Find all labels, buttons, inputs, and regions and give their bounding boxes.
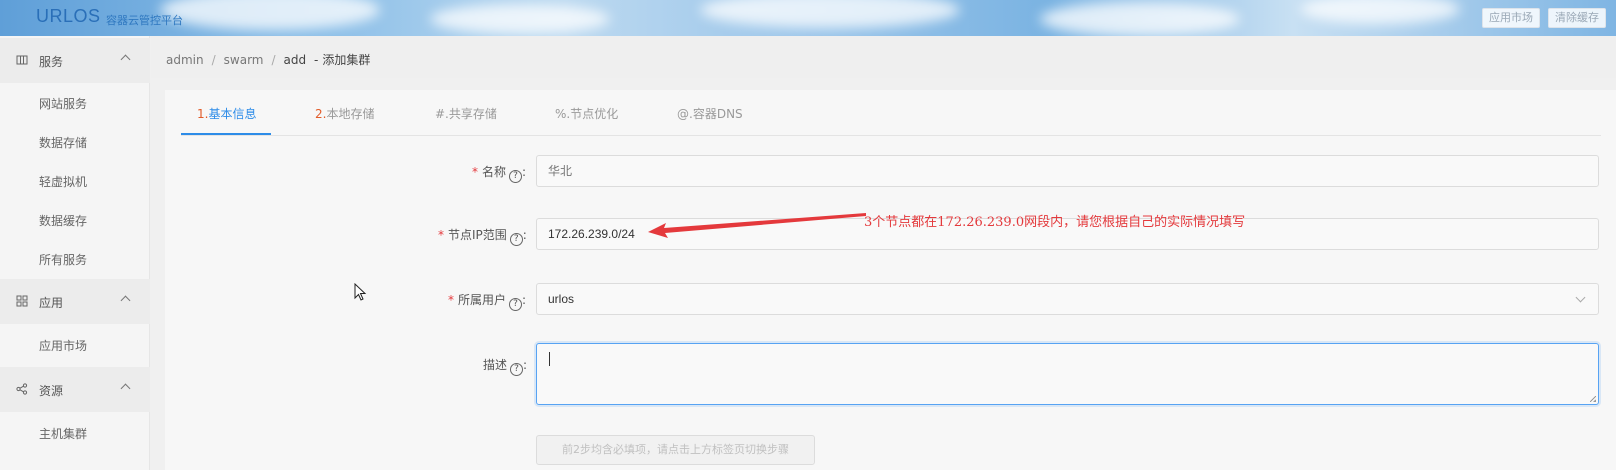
help-icon[interactable]: ? (509, 298, 523, 311)
breadcrumb-bar: admin / swarm / add - 添加集群 (151, 36, 1616, 78)
chevron-up-icon (120, 295, 131, 306)
sidebar-item-app-market[interactable]: 应用市场 (39, 337, 87, 354)
description-textarea[interactable] (536, 343, 1599, 405)
tab-local-storage[interactable]: 2.本地存储 (315, 105, 374, 122)
sidebar-group-label: 资源 (39, 384, 64, 398)
top-header: URLOS 容器云管控平台 应用市场 清除缓存 (0, 0, 1616, 36)
sidebar-group-resources[interactable]: 资源 (0, 367, 150, 412)
help-icon[interactable]: ? (510, 363, 524, 376)
sidebar: 服务 网站服务 数据存储 轻虚拟机 数据缓存 所有服务 应用 应用市场 资源 主… (0, 36, 150, 470)
breadcrumb-item-add: add (283, 53, 307, 67)
header-cloud (1040, 2, 1240, 36)
name-input[interactable] (536, 155, 1599, 187)
tab-container-dns[interactable]: @.容器DNS (677, 105, 743, 122)
next-step-button[interactable]: 前2步均含必填项，请点击上方标签页切换步骤 (536, 435, 815, 465)
mouse-cursor-icon (354, 283, 367, 301)
annotation-arrow-icon (648, 213, 866, 238)
description-label: 描述?: (483, 358, 528, 376)
main-panel: 1.基本信息 2.本地存储 #.共享存储 %.节点优化 @.容器DNS (165, 90, 1616, 470)
breadcrumb-item-swarm[interactable]: swarm (224, 53, 264, 67)
breadcrumb-item-admin[interactable]: admin (166, 53, 204, 67)
grid-icon (16, 295, 28, 307)
tab-bar: 1.基本信息 2.本地存储 #.共享存储 %.节点优化 @.容器DNS (181, 90, 1601, 136)
breadcrumb: admin / swarm / add - 添加集群 (166, 53, 371, 67)
sidebar-group-label: 服务 (39, 55, 64, 69)
help-icon[interactable]: ? (509, 233, 523, 246)
chevron-up-icon (120, 54, 131, 65)
tab-node-optimize[interactable]: %.节点优化 (555, 105, 618, 122)
tab-shared-storage[interactable]: #.共享存储 (435, 105, 497, 122)
annotation-text: 3个节点都在172.26.239.0网段内，请您根据自己的实际情况填写 (864, 215, 1246, 230)
app-logo[interactable]: URLOS (36, 6, 101, 27)
breadcrumb-dash: - (313, 53, 319, 67)
header-cloud (160, 0, 380, 30)
app-market-button[interactable]: 应用市场 (1482, 8, 1540, 28)
text-caret (549, 352, 550, 366)
clear-cache-button[interactable]: 清除缓存 (1548, 8, 1606, 28)
chevron-down-icon (1575, 292, 1586, 303)
sidebar-item-all-services[interactable]: 所有服务 (39, 251, 87, 268)
chevron-up-icon (120, 383, 131, 394)
breadcrumb-current: 添加集群 (322, 53, 371, 67)
sidebar-item-data-cache[interactable]: 数据缓存 (39, 212, 87, 229)
ip-range-label: * 节点IP范围?: (438, 228, 527, 246)
active-tab-indicator (181, 133, 271, 135)
header-cloud (430, 4, 610, 34)
resize-handle-icon[interactable] (1590, 396, 1596, 402)
name-label: * 名称?: (472, 165, 527, 183)
sidebar-item-data-storage[interactable]: 数据存储 (39, 134, 87, 151)
sidebar-group-apps[interactable]: 应用 (0, 279, 150, 324)
header-cloud (1300, 0, 1460, 24)
share-nodes-icon (16, 383, 28, 395)
help-icon[interactable]: ? (509, 170, 523, 183)
service-icon (16, 55, 28, 65)
sidebar-item-light-vm[interactable]: 轻虚拟机 (39, 173, 87, 190)
owner-select[interactable]: urlos (536, 283, 1599, 315)
header-cloud (700, 0, 960, 28)
owner-label: * 所属用户?: (448, 293, 527, 311)
tab-basic-info[interactable]: 1.基本信息 (197, 105, 256, 122)
owner-selected-value: urlos (548, 292, 575, 306)
sidebar-item-website-service[interactable]: 网站服务 (39, 95, 87, 112)
app-subtitle: 容器云管控平台 (106, 14, 183, 27)
sidebar-group-service[interactable]: 服务 (0, 38, 150, 83)
sidebar-item-host-cluster[interactable]: 主机集群 (39, 425, 87, 442)
sidebar-group-label: 应用 (39, 296, 64, 310)
